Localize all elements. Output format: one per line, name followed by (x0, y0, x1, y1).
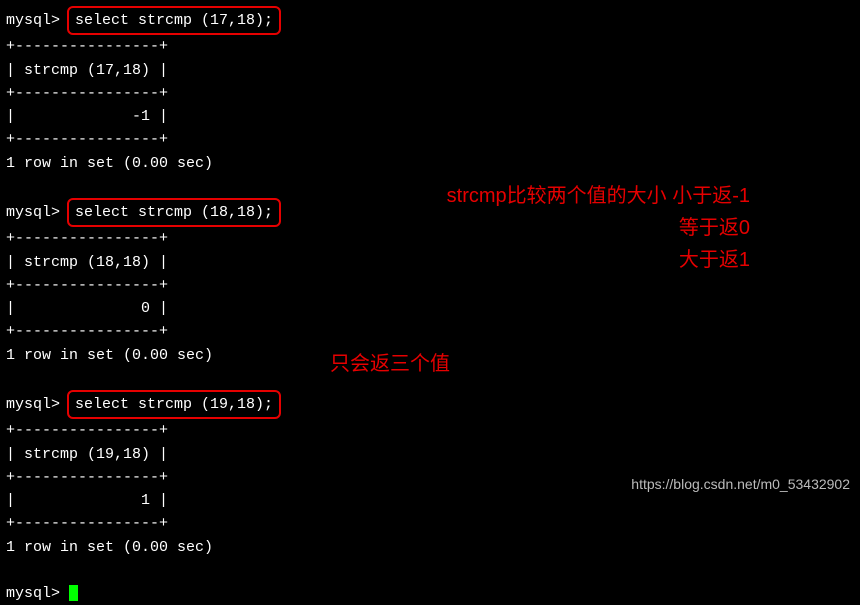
result-footer-3: 1 row in set (0.00 sec) (6, 536, 854, 559)
mysql-prompt: mysql> (6, 204, 60, 221)
prompt-line-1: mysql> select strcmp (17,18); (6, 6, 854, 35)
result-header-1: | strcmp (17,18) | (6, 59, 854, 82)
result-header-3: | strcmp (19,18) | (6, 443, 854, 466)
annotation-main: strcmp比较两个值的大小 小于返-1 等于返0 大于返1 (400, 180, 750, 276)
sql-highlight-2: select strcmp (18,18); (67, 198, 281, 227)
result-footer-1: 1 row in set (0.00 sec) (6, 152, 854, 175)
result-value-1: | -1 | (6, 105, 854, 128)
divider: +----------------+ (6, 128, 854, 151)
annotation-line2: 等于返0 (400, 212, 750, 244)
divider: +----------------+ (6, 82, 854, 105)
divider: +----------------+ (6, 320, 854, 343)
annotation-secondary: 只会返三个值 (330, 348, 450, 380)
sql-query-1: select strcmp (17,18); (75, 9, 273, 32)
sql-query-3: select strcmp (19,18); (75, 393, 273, 416)
mysql-prompt: mysql> (6, 12, 60, 29)
watermark: https://blog.csdn.net/m0_53432902 (631, 476, 850, 492)
result-value-3: | 1 | (6, 489, 854, 512)
sql-highlight-1: select strcmp (17,18); (67, 6, 281, 35)
spacer (6, 559, 854, 582)
cursor-icon (69, 585, 78, 601)
sql-query-2: select strcmp (18,18); (75, 201, 273, 224)
annotation-line3: 大于返1 (400, 244, 750, 276)
result-value-2: | 0 | (6, 297, 854, 320)
prompt-line-active[interactable]: mysql> (6, 582, 854, 605)
prompt-line-3: mysql> select strcmp (19,18); (6, 390, 854, 419)
divider: +----------------+ (6, 512, 854, 535)
divider: +----------------+ (6, 274, 854, 297)
divider: +----------------+ (6, 35, 854, 58)
mysql-prompt: mysql> (6, 396, 60, 413)
mysql-prompt: mysql> (6, 585, 60, 602)
divider: +----------------+ (6, 419, 854, 442)
annotation-line1: strcmp比较两个值的大小 小于返-1 (400, 180, 750, 212)
sql-highlight-3: select strcmp (19,18); (67, 390, 281, 419)
